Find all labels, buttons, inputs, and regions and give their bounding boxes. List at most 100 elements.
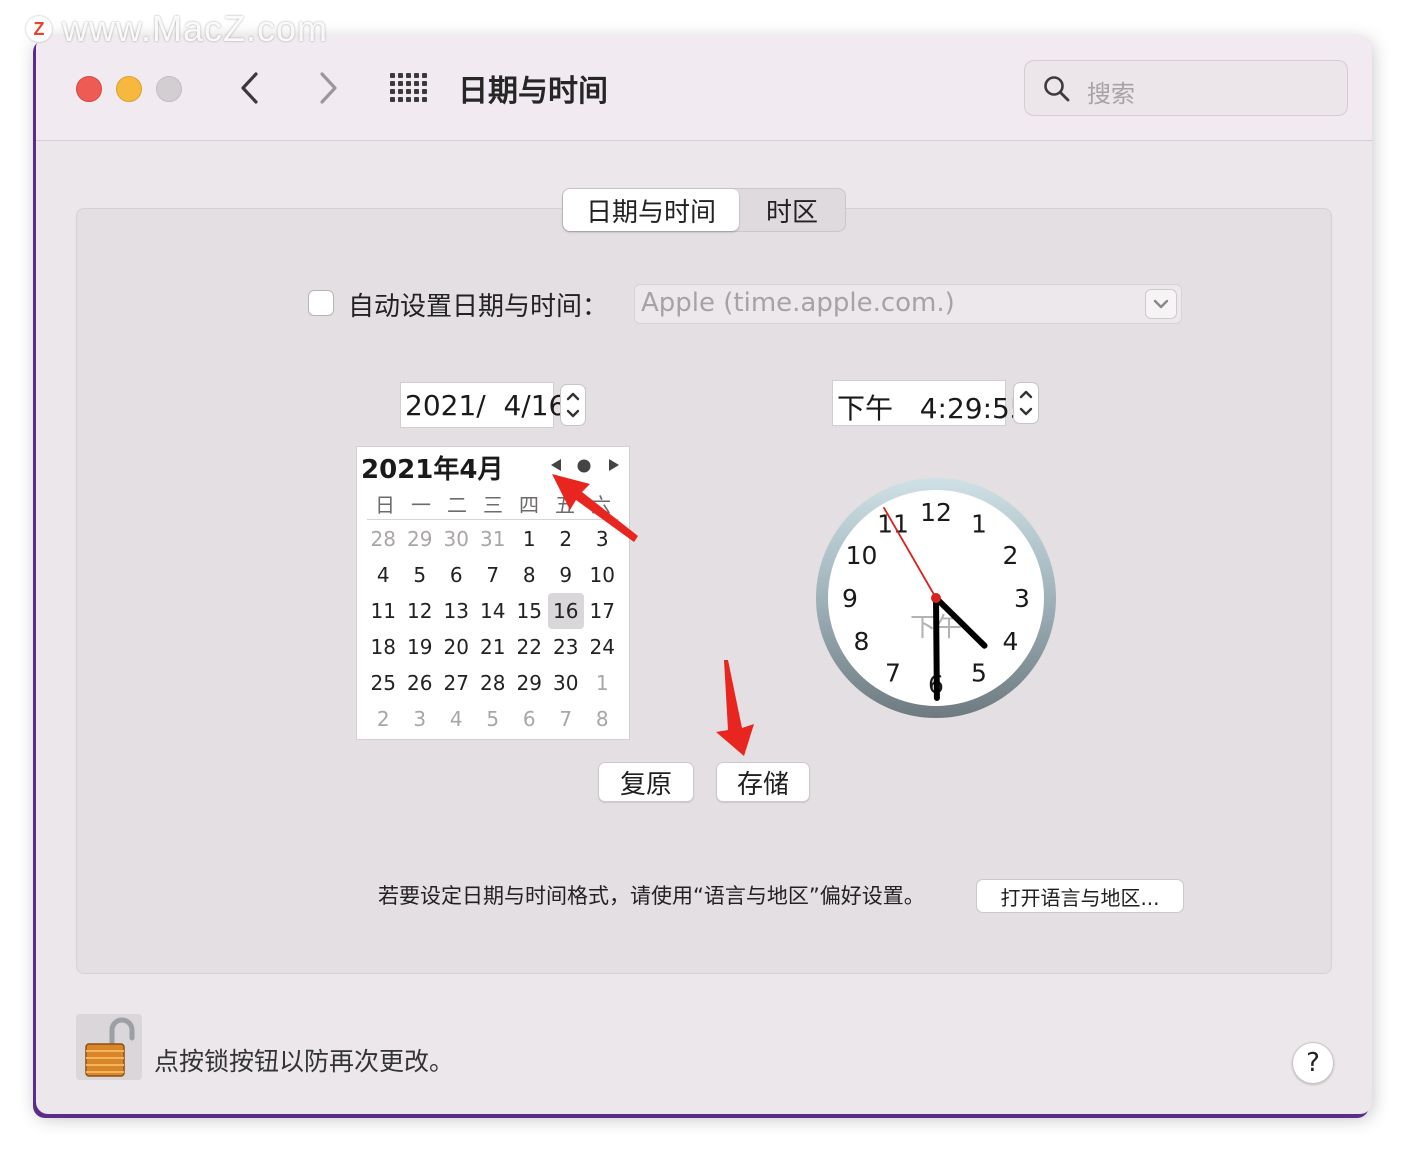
revert-button[interactable]: 复原 bbox=[598, 762, 694, 802]
calendar-days-grid: 28 29 30 31 1 2 3 4 5 6 7 8 9 10 11 12 13 14 15 16 17 18 19 20 2… bbox=[365, 521, 621, 737]
time-stepper[interactable] bbox=[1013, 382, 1039, 424]
grid-dot bbox=[414, 81, 419, 86]
calendar-day[interactable]: 17 bbox=[584, 593, 621, 629]
chevron-right-icon bbox=[320, 72, 337, 104]
auto-set-checkbox[interactable] bbox=[308, 290, 334, 316]
stepper-arrows-icon bbox=[1019, 390, 1033, 416]
calendar-day[interactable]: 1 bbox=[584, 665, 621, 701]
grid-dot bbox=[390, 73, 395, 78]
calendar-day[interactable]: 30 bbox=[438, 521, 475, 557]
clock-minute-hand bbox=[933, 595, 940, 701]
grid-dot bbox=[390, 97, 395, 102]
calendar-day[interactable]: 8 bbox=[511, 557, 548, 593]
clock-number: 1 bbox=[971, 510, 987, 539]
calendar-day[interactable]: 31 bbox=[475, 521, 512, 557]
clock-number: 4 bbox=[1003, 627, 1019, 656]
time-server-select[interactable]: Apple (time.apple.com.) bbox=[634, 284, 1182, 324]
calendar-day[interactable]: 10 bbox=[584, 557, 621, 593]
calendar-day[interactable]: 16 bbox=[547, 593, 584, 629]
date-stepper[interactable] bbox=[560, 384, 586, 426]
calendar-day[interactable]: 6 bbox=[438, 557, 475, 593]
grid-dot bbox=[406, 73, 411, 78]
clock-number: 5 bbox=[971, 659, 987, 688]
calendar-day[interactable]: 22 bbox=[511, 629, 548, 665]
save-button[interactable]: 存储 bbox=[716, 762, 810, 802]
grid-dot bbox=[398, 89, 403, 94]
window-title: 日期与时间 bbox=[458, 74, 608, 109]
clock-number: 3 bbox=[1014, 584, 1030, 613]
clock-number: 10 bbox=[846, 541, 878, 570]
date-value: 2021/ 4/16 bbox=[405, 389, 567, 422]
calendar-day[interactable]: 28 bbox=[365, 521, 402, 557]
help-button[interactable]: ? bbox=[1292, 1042, 1334, 1084]
calendar-day[interactable]: 29 bbox=[402, 521, 439, 557]
preferences-window: 日期与时间 搜索 日期与时间 时区 自动设置日期与时间： Apple (time… bbox=[36, 36, 1372, 1114]
calendar-day[interactable]: 8 bbox=[584, 701, 621, 737]
calendar-day[interactable]: 3 bbox=[402, 701, 439, 737]
calendar-day[interactable]: 7 bbox=[548, 701, 585, 737]
calendar-day[interactable]: 18 bbox=[365, 629, 402, 665]
calendar-day[interactable]: 28 bbox=[475, 665, 512, 701]
show-all-button[interactable] bbox=[388, 72, 428, 104]
grid-dot bbox=[406, 89, 411, 94]
time-server-value: Apple (time.apple.com.) bbox=[641, 288, 955, 318]
zoom-button[interactable] bbox=[156, 76, 182, 102]
calendar-weekday: 三 bbox=[483, 493, 503, 517]
calendar-day[interactable]: 11 bbox=[365, 593, 402, 629]
calendar-day[interactable]: 14 bbox=[475, 593, 512, 629]
chevron-down-icon bbox=[1153, 299, 1169, 309]
calendar-day[interactable]: 13 bbox=[438, 593, 475, 629]
calendar-day[interactable]: 4 bbox=[365, 557, 402, 593]
grid-dot bbox=[398, 81, 403, 86]
calendar-day[interactable]: 7 bbox=[475, 557, 512, 593]
calendar-day[interactable]: 9 bbox=[548, 557, 585, 593]
calendar-day[interactable]: 5 bbox=[475, 701, 512, 737]
calendar-day[interactable]: 26 bbox=[402, 665, 439, 701]
back-button[interactable] bbox=[232, 66, 272, 110]
calendar-weekday: 一 bbox=[411, 493, 431, 517]
grid-dot bbox=[390, 81, 395, 86]
time-value: 下午 4:29:55 bbox=[837, 392, 1028, 425]
calendar-day[interactable]: 12 bbox=[402, 593, 439, 629]
calendar-day[interactable]: 23 bbox=[548, 629, 585, 665]
calendar-day[interactable]: 5 bbox=[402, 557, 439, 593]
forward-button[interactable] bbox=[306, 66, 346, 110]
calendar-weekday: 二 bbox=[447, 493, 467, 517]
calendar-weekday: 日 bbox=[375, 493, 395, 517]
time-input[interactable]: 下午 4:29:55 bbox=[832, 380, 1028, 426]
lock-button[interactable] bbox=[76, 1014, 142, 1080]
calendar-day[interactable]: 19 bbox=[402, 629, 439, 665]
grid-dot bbox=[398, 73, 403, 78]
calendar-day[interactable]: 6 bbox=[511, 701, 548, 737]
tab-date-time[interactable]: 日期与时间 bbox=[563, 189, 739, 231]
grid-dot bbox=[414, 89, 419, 94]
search-field[interactable]: 搜索 bbox=[1024, 60, 1348, 116]
grid-dot bbox=[422, 89, 427, 94]
watermark-text: www.MacZ.com bbox=[62, 8, 329, 49]
grid-dot bbox=[414, 97, 419, 102]
tab-time-zone[interactable]: 时区 bbox=[739, 189, 845, 231]
calendar-day[interactable]: 15 bbox=[511, 593, 548, 629]
grid-dot bbox=[422, 97, 427, 102]
grid-dot bbox=[422, 73, 427, 78]
calendar-day[interactable]: 2 bbox=[365, 701, 402, 737]
calendar-day[interactable]: 4 bbox=[438, 701, 475, 737]
grid-dot bbox=[422, 81, 427, 86]
grid-dot bbox=[414, 73, 419, 78]
calendar-day[interactable]: 20 bbox=[438, 629, 475, 665]
calendar-day[interactable]: 24 bbox=[584, 629, 621, 665]
date-input[interactable]: 2021/ 4/16 bbox=[400, 382, 566, 428]
calendar-day[interactable]: 30 bbox=[548, 665, 585, 701]
minimize-button[interactable] bbox=[116, 76, 142, 102]
close-button[interactable] bbox=[76, 76, 102, 102]
open-language-region-button[interactable]: 打开语言与地区... bbox=[976, 879, 1184, 913]
select-arrow-button[interactable] bbox=[1145, 289, 1177, 319]
calendar-day[interactable]: 29 bbox=[511, 665, 548, 701]
calendar-month-label: 2021年4月 bbox=[361, 455, 504, 485]
grid-dot bbox=[390, 89, 395, 94]
calendar-day[interactable]: 27 bbox=[438, 665, 475, 701]
calendar-day[interactable]: 21 bbox=[475, 629, 512, 665]
clock-number: 2 bbox=[1003, 541, 1019, 570]
grid-dot bbox=[406, 97, 411, 102]
calendar-day[interactable]: 25 bbox=[365, 665, 402, 701]
